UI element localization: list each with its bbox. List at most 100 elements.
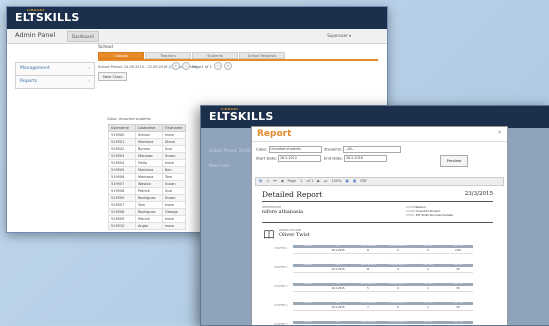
last-page-icon[interactable]: »	[224, 62, 232, 70]
sidebar-item-reports[interactable]: Reports ›	[15, 75, 95, 89]
next-page-icon[interactable]: ›	[214, 62, 222, 70]
sidebar-item-label: Management	[20, 66, 50, 71]
user-menu[interactable]: Superuser ▾	[327, 33, 351, 38]
table-row[interactable]: 519509RodriguezSusan	[109, 195, 186, 202]
table-row[interactable]: 519502ByrnesSusi	[109, 146, 186, 153]
table-cell: 0	[383, 306, 413, 310]
top-navbar: LIBRARY ELTSKILLS	[7, 7, 387, 29]
sidebar-item-management[interactable]: Management ›	[15, 62, 95, 76]
next-page-icon[interactable]: ▶	[317, 178, 320, 185]
table-cell: 519501	[109, 139, 136, 146]
logo-text-a: ELT	[209, 110, 230, 123]
tab-classes[interactable]: Classes	[98, 52, 144, 59]
table-row[interactable]: 519508RodriguezGeorge	[109, 209, 186, 216]
table-cell: 8	[353, 249, 383, 253]
table-row[interactable]: 519500Schoolmore	[109, 132, 186, 139]
table-row[interactable]: 519507Tommore	[109, 202, 186, 209]
end-date-filter: End Date: 26.5.2016	[324, 155, 387, 162]
school-period: School Period: 24.09.2015 - 22.09.2016 […	[98, 65, 378, 69]
table-cell: 1	[413, 306, 443, 310]
table-cell: 519500	[109, 132, 136, 139]
column-header[interactable]: Lastname	[136, 125, 163, 132]
subheader: Admin Panel Dashboard Superuser ▾	[7, 29, 387, 44]
table-cell: 519509	[109, 195, 136, 202]
table-cell: 519509	[109, 216, 136, 223]
table-cell: Susan	[163, 195, 186, 202]
table-cell: George	[163, 209, 186, 216]
format-select[interactable]: PDF	[360, 178, 367, 185]
print-icon[interactable]: ⎙	[266, 178, 269, 185]
class-select[interactable]: Unsorted students	[269, 146, 322, 153]
table-row[interactable]: 519507WastonSusan	[109, 181, 186, 188]
table-cell: Patrick	[136, 188, 163, 195]
divider	[262, 222, 493, 223]
table-cell: 40	[443, 268, 473, 272]
table-row[interactable]: 519503MarzosoSusan	[109, 153, 186, 160]
students-select[interactable]: --All--	[343, 146, 401, 153]
prev-page-icon[interactable]: ◀	[281, 178, 284, 185]
table-cell: Montana	[136, 167, 163, 174]
table-cell: more	[163, 132, 186, 139]
table-cell: Rodriguez	[136, 195, 163, 202]
tab-bar: Classes Teachers Students School Request…	[98, 52, 378, 59]
column-header[interactable]: Username	[109, 125, 136, 132]
table-row[interactable]: 519506MontanaTom	[109, 174, 186, 181]
first-page-icon[interactable]: «	[172, 62, 180, 70]
chapter-label: CHAPTER 4	[274, 304, 287, 307]
export-format-icon[interactable]: ▦	[353, 178, 356, 185]
sidebar: Management › Reports ›	[15, 62, 95, 88]
export-icon[interactable]: ▣	[346, 178, 349, 185]
class-label: Class: Unsorted students	[107, 117, 151, 121]
chevron-right-icon: ›	[88, 76, 90, 88]
table-row[interactable]: 519501MontanaSteve	[109, 139, 186, 146]
end-date-input[interactable]: 26.5.2016	[344, 155, 387, 162]
start-date-filter: Start Date: 26.5.2015	[256, 155, 321, 162]
class-filter: Class: Unsorted students	[256, 146, 322, 153]
table-cell: Waston	[136, 181, 163, 188]
level-key: LEVEL:	[406, 213, 416, 217]
table-row[interactable]: 519510Angiemore	[109, 223, 186, 230]
level-value: ELT Skills Pre-Intermediate	[416, 213, 453, 217]
new-class-button[interactable]: New Class	[98, 72, 127, 81]
table-cell: Angie	[136, 223, 163, 230]
school-heading: School	[98, 45, 378, 50]
table-cell: Patrick	[136, 216, 163, 223]
logo-subtitle: LIBRARY	[27, 8, 45, 12]
table-cell: 30	[443, 287, 473, 291]
table-body: 519500Schoolmore519501MontanaSteve519502…	[109, 132, 186, 230]
last-page-icon[interactable]: ⏭	[324, 178, 327, 185]
table-cell: 2:00	[443, 249, 473, 253]
table-row[interactable]: 519505MontanaBen	[109, 167, 186, 174]
table-row[interactable]: 519509Patrickmore	[109, 216, 186, 223]
tab-school-requests[interactable]: School Requests	[239, 52, 285, 59]
tab-underline	[98, 59, 378, 61]
column-header[interactable]: Firstname	[163, 125, 186, 132]
start-date-label: Start Date:	[256, 155, 277, 160]
end-date-label: End Date:	[324, 155, 343, 160]
chapter-table-row: 19.1.201554130	[293, 287, 473, 292]
tab-teachers[interactable]: Teachers	[145, 52, 191, 59]
table-cell: 519507	[109, 202, 136, 209]
background-text: New Class	[209, 163, 230, 168]
start-date-input[interactable]: 26.5.2015	[278, 155, 321, 162]
zoom-select[interactable]: 100%	[331, 178, 341, 185]
logo-text-a: ELT	[15, 11, 36, 24]
page-input[interactable]: 1	[300, 178, 302, 185]
students-filter-label: Students:	[324, 146, 342, 151]
report-viewer-toolbar: ▤ ⎙ ⏮ ◀ Page 1 of 1 ▶ ⏭ 100% ▣ ▦ PDF	[255, 177, 504, 186]
table-cell: Ben	[163, 167, 186, 174]
tab-students[interactable]: Students	[192, 52, 238, 59]
preview-button[interactable]: Preview	[440, 155, 468, 167]
table-cell: 519508	[109, 209, 136, 216]
table-cell: 19.1.2015	[323, 287, 353, 291]
table-cell: Byrnes	[136, 146, 163, 153]
table-row[interactable]: 519508PatrickSusi	[109, 188, 186, 195]
dashboard-button[interactable]: Dashboard	[67, 31, 99, 42]
table-cell: 19.1.2015	[323, 306, 353, 310]
table-row[interactable]: 519504Hellomore	[109, 160, 186, 167]
students-table: Username Lastname Firstname 519500School…	[108, 124, 186, 230]
first-page-icon[interactable]: ⏮	[273, 178, 276, 185]
close-icon[interactable]: ×	[497, 129, 502, 136]
prev-page-icon[interactable]: ‹	[182, 62, 190, 70]
save-icon[interactable]: ▤	[259, 178, 262, 185]
